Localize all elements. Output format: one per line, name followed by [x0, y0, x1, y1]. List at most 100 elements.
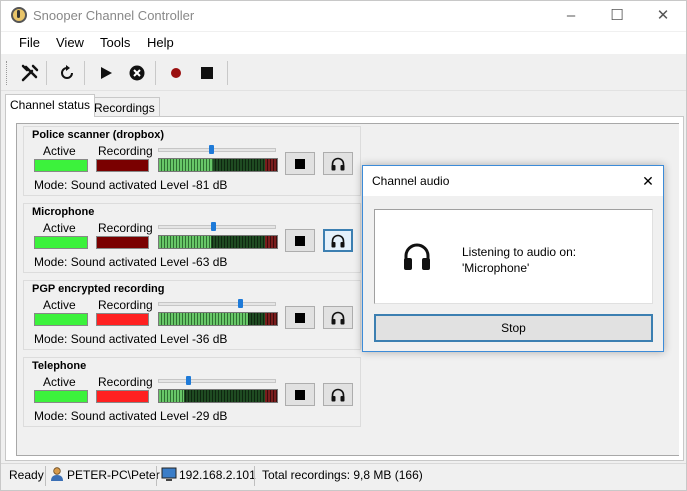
tab-recordings[interactable]: Recordings [89, 97, 160, 117]
minimize-button[interactable]: – [548, 1, 594, 31]
status-separator [45, 466, 46, 486]
channel-group: Telephone Active Recording Mode: Sound acti… [23, 357, 361, 427]
recording-indicator [96, 390, 149, 403]
dialog-title: Channel audio [372, 174, 450, 188]
level-prefix: Level [160, 255, 193, 269]
channel-listen-button[interactable] [323, 152, 353, 175]
toolbar [1, 55, 686, 91]
level-meter-peak [265, 159, 277, 171]
channel-stop-button[interactable] [285, 152, 315, 175]
active-label: Active [43, 221, 76, 235]
active-indicator [34, 159, 88, 172]
computer-icon [161, 467, 177, 485]
menu-bar: File View Tools Help [1, 32, 686, 54]
level-text: Level -36 dB [160, 332, 227, 346]
dialog-close-button[interactable]: ✕ [637, 170, 659, 192]
level-meter [158, 158, 278, 172]
stop-square-icon [295, 158, 305, 169]
volume-slider-thumb[interactable] [186, 376, 191, 385]
settings-tool-icon[interactable] [18, 61, 42, 85]
recording-label: Recording [98, 298, 153, 312]
volume-slider-track[interactable] [158, 379, 276, 383]
maximize-button[interactable]: ☐ [594, 1, 640, 31]
level-value: -29 dB [192, 409, 228, 423]
headphones-icon [331, 157, 345, 171]
level-prefix: Level [160, 332, 193, 346]
mode-value: Sound activated [70, 255, 157, 269]
app-logo-icon [11, 7, 27, 23]
dialog-message-line2: 'Microphone' [462, 261, 530, 275]
mode-text: Mode: Sound activated [34, 255, 157, 269]
level-meter-peak [265, 236, 277, 248]
volume-slider-thumb[interactable] [238, 299, 243, 308]
stop-square-icon [295, 389, 305, 400]
toolbar-separator [46, 61, 47, 85]
toolbar-grip [6, 61, 9, 85]
channel-name: Police scanner (dropbox) [32, 129, 165, 141]
menu-file[interactable]: File [19, 35, 40, 50]
menu-view[interactable]: View [56, 35, 84, 50]
channel-listen-button[interactable] [323, 306, 353, 329]
headphones-icon [403, 242, 431, 272]
channel-stop-button[interactable] [285, 383, 315, 406]
status-separator [156, 466, 157, 486]
volume-slider-track[interactable] [158, 148, 276, 152]
volume-slider-track[interactable] [158, 225, 276, 229]
status-total-recordings: Total recordings: 9,8 MB (166) [262, 468, 423, 482]
channel-listen-button[interactable] [323, 229, 353, 252]
level-text: Level -63 dB [160, 255, 227, 269]
channel-stop-button[interactable] [285, 306, 315, 329]
dialog-message-line1: Listening to audio on: [462, 245, 577, 259]
channel-name: PGP encrypted recording [32, 283, 165, 295]
level-text: Level -29 dB [160, 409, 227, 423]
toolbar-separator [227, 61, 228, 85]
menu-tools[interactable]: Tools [100, 35, 130, 50]
play-icon[interactable] [94, 61, 118, 85]
mode-text: Mode: Sound activated [34, 332, 157, 346]
toolbar-separator [155, 61, 156, 85]
active-label: Active [43, 144, 76, 158]
tab-channel-status[interactable]: Channel status [5, 94, 96, 117]
channel-group: PGP encrypted recording Active Recording Mo… [23, 280, 361, 350]
recording-label: Recording [98, 375, 153, 389]
level-value: -81 dB [192, 178, 228, 192]
level-meter-peak [265, 313, 277, 325]
mode-value: Sound activated [70, 178, 157, 192]
volume-slider-thumb[interactable] [211, 222, 216, 231]
dialog-stop-button[interactable]: Stop [374, 314, 653, 342]
dialog-title-bar: Channel audio ✕ [363, 166, 663, 196]
recording-indicator [96, 236, 149, 249]
mode-text: Mode: Sound activated [34, 178, 157, 192]
channel-group: Police scanner (dropbox) Active Recording M… [23, 126, 361, 196]
channel-stop-button[interactable] [285, 229, 315, 252]
channel-name: Telephone [32, 360, 87, 372]
refresh-icon[interactable] [55, 61, 79, 85]
mode-text: Mode: Sound activated [34, 409, 157, 423]
record-icon[interactable] [164, 61, 188, 85]
title-bar: Snooper Channel Controller – ☐ ✕ [1, 1, 686, 31]
status-user: PETER-PC\Peter [67, 468, 160, 482]
level-meter-peak [265, 390, 277, 402]
close-button[interactable]: ✕ [640, 1, 686, 31]
level-prefix: Level [160, 409, 193, 423]
level-prefix: Level [160, 178, 193, 192]
channel-name: Microphone [32, 206, 95, 218]
status-bar: Ready PETER-PC\Peter 192.168.2.101 Total… [1, 463, 686, 487]
stop-circle-icon[interactable] [125, 61, 149, 85]
toolbar-separator [84, 61, 85, 85]
level-value: -36 dB [192, 332, 228, 346]
mode-prefix: Mode: [34, 178, 71, 192]
status-ip: 192.168.2.101 [179, 468, 256, 482]
active-indicator [34, 236, 88, 249]
volume-slider-track[interactable] [158, 302, 276, 306]
window-title: Snooper Channel Controller [33, 8, 195, 23]
menu-help[interactable]: Help [147, 35, 174, 50]
channel-listen-button[interactable] [323, 383, 353, 406]
recording-indicator [96, 159, 149, 172]
stop-square-icon[interactable] [195, 61, 219, 85]
active-indicator [34, 313, 88, 326]
volume-slider-thumb[interactable] [209, 145, 214, 154]
active-label: Active [43, 298, 76, 312]
mode-prefix: Mode: [34, 409, 71, 423]
level-value: -63 dB [192, 255, 228, 269]
